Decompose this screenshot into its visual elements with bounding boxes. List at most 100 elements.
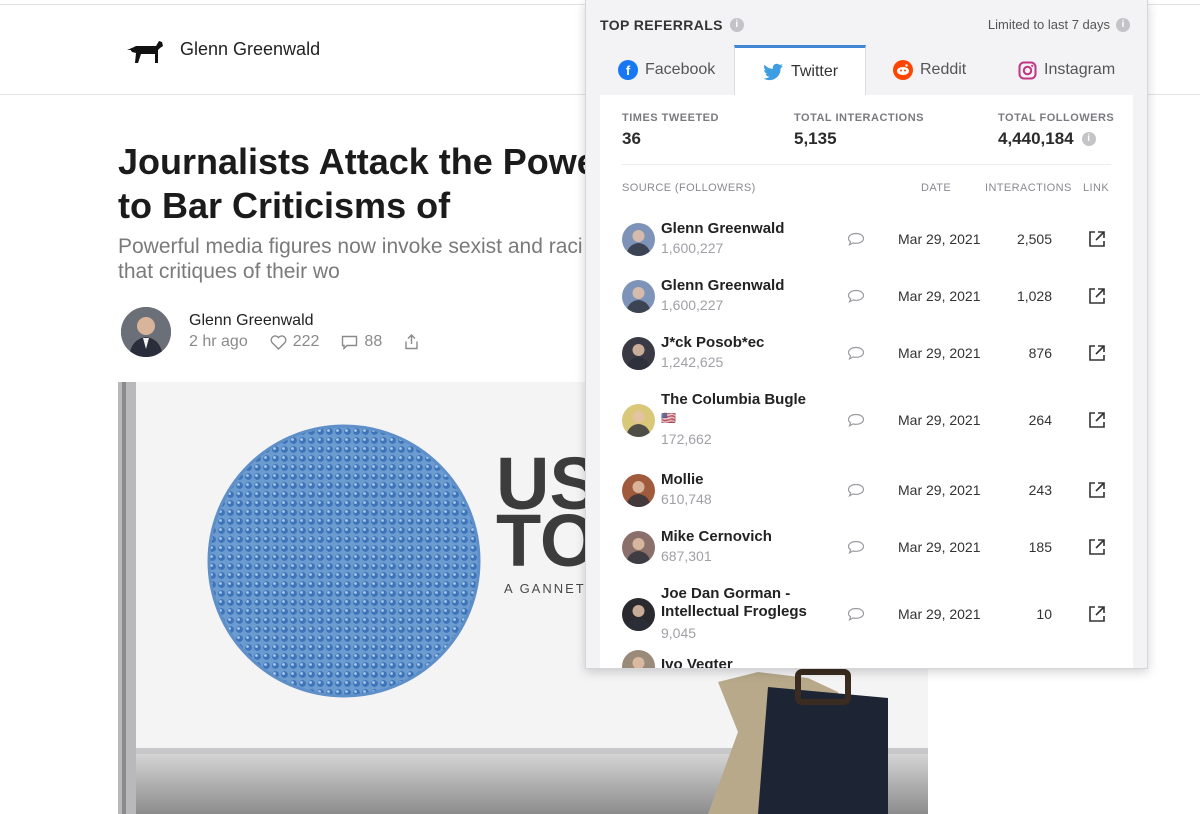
avatar[interactable] — [622, 404, 655, 437]
external-link-icon[interactable] — [1088, 605, 1106, 623]
col-source[interactable]: SOURCE (FOLLOWERS) — [622, 182, 756, 194]
twitter-icon — [763, 63, 783, 81]
limit-note: Limited to last 7 days i — [988, 17, 1130, 32]
row-interactions: 264 — [1028, 412, 1052, 428]
flag-icon: 🇺🇸 — [661, 411, 676, 425]
avatar[interactable] — [622, 223, 655, 256]
comment-count: 88 — [364, 333, 383, 350]
stat-label: TIMES TWEETED — [622, 112, 719, 124]
col-link: LINK — [1083, 182, 1110, 194]
row-date: Mar 29, 2021 — [898, 606, 981, 622]
author-name[interactable]: Glenn Greenwald — [189, 312, 314, 330]
tab-label: Twitter — [790, 63, 839, 80]
table-row[interactable]: Joe Dan Gorman - Intellectual Froglegs 9,… — [600, 585, 1133, 643]
stat-total-followers: TOTAL FOLLOWERS 4,440,184 i — [998, 112, 1114, 149]
avatar[interactable] — [622, 531, 655, 564]
row-date: Mar 29, 2021 — [898, 288, 981, 304]
tab-facebook[interactable]: f Facebook — [618, 45, 715, 95]
panel-title: TOP REFERRALS i — [600, 17, 744, 33]
row-interactions: 185 — [1028, 539, 1052, 555]
tab-label: Instagram — [1044, 61, 1116, 78]
table-row[interactable]: Glenn Greenwald 1,600,227 Mar 29, 2021 1,02… — [600, 277, 1133, 315]
row-follower-count: 687,301 — [661, 548, 712, 564]
row-interactions: 876 — [1028, 345, 1052, 361]
row-follower-count: 1,600,227 — [661, 297, 724, 313]
like-count: 222 — [292, 333, 320, 350]
row-source-name[interactable]: Glenn Greenwald — [661, 220, 851, 238]
row-date: Mar 29, 2021 — [898, 412, 981, 428]
avatar[interactable] — [622, 474, 655, 507]
table-row[interactable]: J*ck Posob*ec 1,242,625 Mar 29, 2021 876 — [600, 334, 1133, 372]
stat-label: TOTAL INTERACTIONS — [794, 112, 924, 124]
row-follower-count: 172,662 — [661, 431, 712, 447]
row-source-name[interactable]: Glenn Greenwald — [661, 277, 851, 295]
stat-value: 4,440,184 — [998, 129, 1074, 148]
external-link-icon[interactable] — [1088, 230, 1106, 248]
external-link-icon[interactable] — [1088, 538, 1106, 556]
row-source-name[interactable]: J*ck Posob*ec — [661, 334, 851, 352]
external-link-icon[interactable] — [1088, 344, 1106, 362]
external-link-icon[interactable] — [1088, 287, 1106, 305]
row-source-name[interactable]: Mollie — [661, 471, 851, 489]
row-follower-count: 1,600,227 — [661, 240, 724, 256]
table-row[interactable]: Glenn Greenwald 1,600,227 Mar 29, 2021 2,50… — [600, 220, 1133, 258]
row-interactions: 2,505 — [1016, 231, 1052, 247]
col-date[interactable]: DATE — [921, 182, 951, 194]
stat-label: TOTAL FOLLOWERS — [998, 112, 1115, 124]
speech-bubble-icon[interactable] — [847, 232, 865, 246]
avatar[interactable] — [622, 598, 655, 631]
tab-label: Reddit — [920, 61, 967, 78]
row-date: Mar 29, 2021 — [898, 345, 981, 361]
avatar[interactable] — [622, 650, 655, 668]
info-icon[interactable]: i — [1116, 17, 1130, 32]
external-link-icon[interactable] — [1088, 481, 1106, 499]
comment-icon[interactable] — [341, 335, 358, 350]
panel-title-text: TOP REFERRALS — [600, 17, 723, 33]
speech-bubble-icon[interactable] — [847, 607, 865, 621]
row-date: Mar 29, 2021 — [898, 231, 981, 247]
row-interactions: 10 — [1036, 606, 1052, 622]
avatar[interactable] — [622, 337, 655, 370]
instagram-icon — [1018, 61, 1037, 79]
row-interactions: 243 — [1028, 482, 1052, 498]
table-row[interactable]: Ivo Vegter — [600, 650, 1133, 668]
info-icon[interactable]: i — [729, 18, 744, 32]
row-source-name[interactable]: Joe Dan Gorman - Intellectual Froglegs — [661, 585, 851, 621]
tab-instagram[interactable]: Instagram — [1018, 45, 1115, 95]
table-row[interactable]: Mike Cernovich 687,301 Mar 29, 2021 185 — [600, 528, 1133, 566]
row-date: Mar 29, 2021 — [898, 482, 981, 498]
row-source-name[interactable]: Mike Cernovich — [661, 528, 851, 546]
speech-bubble-icon[interactable] — [847, 346, 865, 360]
platform-tabs: f Facebook Twitter Reddit Instagram — [600, 45, 1133, 96]
row-source-name[interactable]: The Columbia Bugle — [661, 391, 851, 409]
share-icon[interactable] — [404, 334, 419, 350]
avatar[interactable] — [622, 280, 655, 313]
col-interactions[interactable]: INTERACTIONS — [985, 182, 1072, 194]
site-name[interactable]: Glenn Greenwald — [180, 39, 320, 60]
info-icon[interactable]: i — [1081, 132, 1096, 146]
row-follower-count: 9,045 — [661, 625, 697, 641]
speech-bubble-icon[interactable] — [847, 413, 865, 427]
dog-silhouette-icon[interactable] — [126, 37, 164, 65]
byline-meta: 2 hr ago 222 88 — [189, 333, 419, 351]
speech-bubble-icon[interactable] — [847, 483, 865, 497]
stat-total-interactions: TOTAL INTERACTIONS 5,135 — [794, 112, 924, 149]
tab-twitter[interactable]: Twitter — [734, 45, 866, 96]
table-row[interactable]: Mollie 610,748 Mar 29, 2021 243 — [600, 471, 1133, 509]
row-interactions: 1,028 — [1016, 288, 1052, 304]
table-row[interactable]: The Columbia Bugle 🇺🇸 172,662 Mar 29, 2021 2… — [600, 391, 1133, 449]
divider — [622, 164, 1111, 165]
tab-label: Facebook — [645, 61, 716, 78]
row-source-name[interactable]: Ivo Vegter — [661, 656, 851, 668]
tab-reddit[interactable]: Reddit — [893, 45, 966, 95]
row-follower-count: 610,748 — [661, 491, 712, 507]
stat-times-tweeted: TIMES TWEETED 36 — [622, 112, 719, 149]
heart-icon[interactable] — [270, 334, 287, 350]
hero-text-2: TO — [496, 499, 597, 582]
facebook-icon: f — [618, 60, 638, 80]
speech-bubble-icon[interactable] — [847, 540, 865, 554]
external-link-icon[interactable] — [1088, 411, 1106, 429]
row-follower-count: 1,242,625 — [661, 354, 724, 370]
author-avatar[interactable] — [121, 307, 171, 357]
speech-bubble-icon[interactable] — [847, 289, 865, 303]
